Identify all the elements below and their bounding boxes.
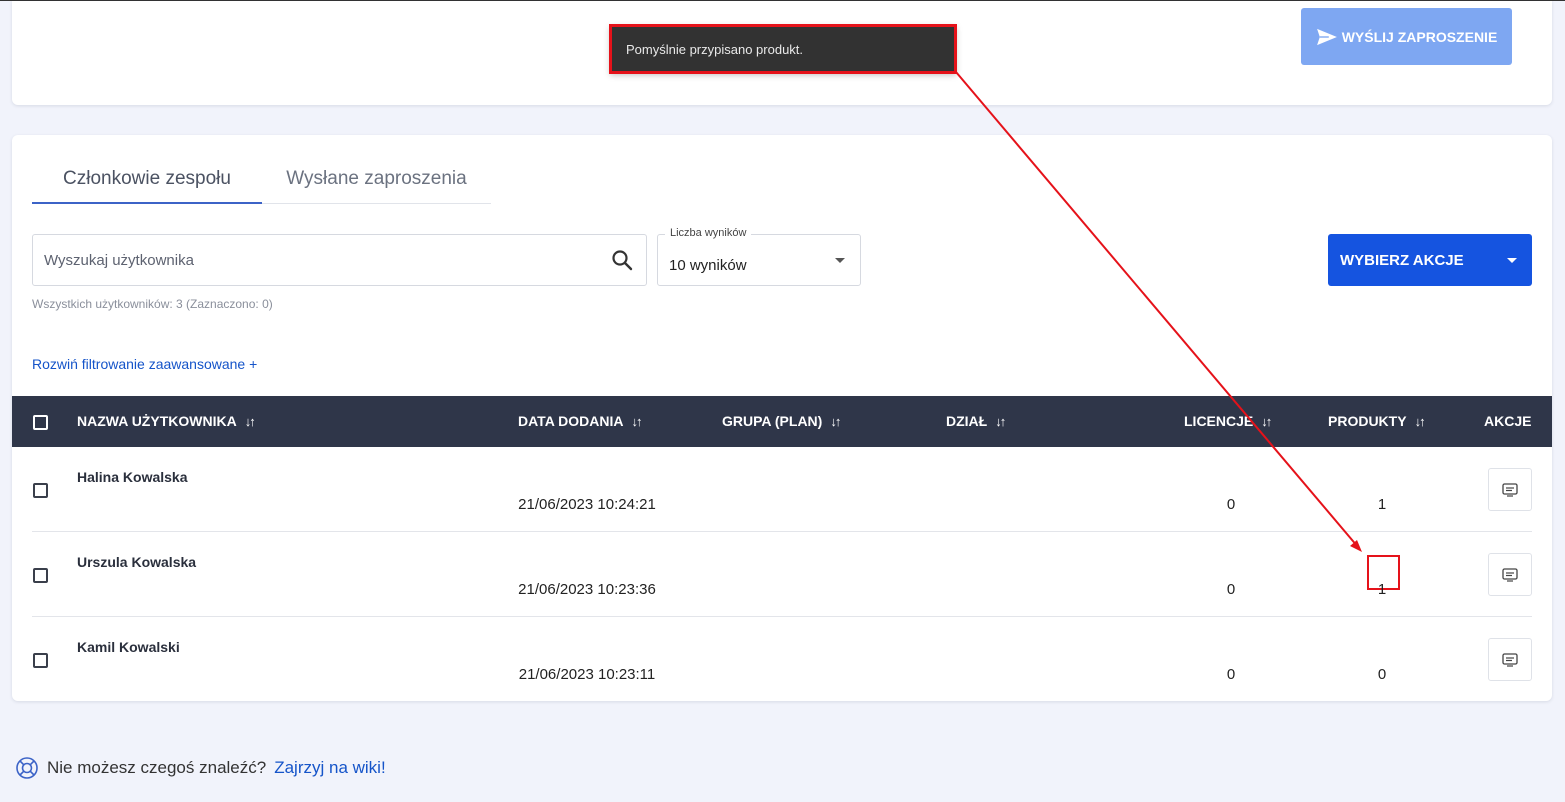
- sort-icon: ↓↑: [830, 413, 841, 429]
- results-count-label: Liczba wyników: [665, 227, 752, 239]
- lifebuoy-icon: [16, 757, 38, 779]
- select-all-checkbox[interactable]: [33, 415, 48, 430]
- date-added: 21/06/2023 10:24:21: [518, 496, 656, 513]
- column-username-label: NAZWA UŻYTKOWNIKA: [77, 413, 237, 429]
- products-count: 0: [1377, 666, 1387, 683]
- user-name: Urszula Kowalska: [77, 554, 197, 570]
- search-input[interactable]: [33, 235, 610, 285]
- choose-action-button[interactable]: WYBIERZ AKCJE: [1328, 234, 1532, 286]
- user-name: Kamil Kowalski: [77, 639, 180, 655]
- column-products-label: PRODUKTY: [1328, 413, 1407, 429]
- date-added: 21/06/2023 10:23:36: [518, 581, 656, 598]
- products-count: 1: [1377, 581, 1387, 598]
- column-group-plan[interactable]: GRUPA (PLAN) ↓↑: [722, 413, 841, 429]
- sort-icon: ↓↑: [631, 413, 643, 429]
- advanced-filter-link[interactable]: Rozwiń filtrowanie zaawansowane +: [32, 356, 257, 372]
- licenses-count: 0: [1226, 581, 1236, 598]
- table-row: Halina Kowalska 21/06/2023 10:24:21 0 1: [32, 447, 1532, 532]
- licenses-count: 0: [1226, 496, 1236, 513]
- column-date-added-label: DATA DODANIA: [518, 413, 624, 429]
- row-details-button[interactable]: [1488, 468, 1532, 511]
- send-invitation-label: WYŚLIJ ZAPROSZENIE: [1341, 28, 1498, 45]
- results-count-value: 10 wyników: [669, 257, 747, 274]
- table-row: Urszula Kowalska 21/06/2023 10:23:36 0 1: [32, 532, 1532, 617]
- row-checkbox[interactable]: [33, 483, 48, 498]
- search-field: [32, 234, 647, 286]
- table-row: Kamil Kowalski 21/06/2023 10:23:11 0 0: [32, 617, 1532, 702]
- column-actions: AKCJE: [1484, 413, 1531, 429]
- row-details-button[interactable]: [1488, 638, 1532, 681]
- column-products[interactable]: PRODUKTY ↓↑: [1328, 413, 1426, 429]
- sort-icon: ↓↑: [995, 413, 1006, 429]
- products-count: 1: [1377, 496, 1387, 513]
- choose-action-label: WYBIERZ AKCJE: [1340, 251, 1464, 269]
- column-licenses-label: LICENCJE: [1184, 413, 1254, 429]
- user-name: Halina Kowalska: [77, 469, 188, 485]
- send-invitation-button[interactable]: WYŚLIJ ZAPROSZENIE: [1301, 8, 1512, 65]
- row-checkbox[interactable]: [33, 653, 48, 668]
- wiki-link[interactable]: Zajrzyj na wiki!: [274, 758, 385, 778]
- caret-down-icon: [835, 258, 845, 263]
- column-licenses[interactable]: LICENCJE ↓↑: [1184, 413, 1272, 429]
- search-icon[interactable]: [610, 248, 634, 272]
- row-checkbox[interactable]: [33, 568, 48, 583]
- sort-icon: ↓↑: [1261, 413, 1272, 429]
- column-date-added[interactable]: DATA DODANIA ↓↑: [518, 413, 643, 429]
- help-question: Nie możesz czegoś znaleźć?: [47, 758, 267, 777]
- licenses-count: 0: [1226, 666, 1236, 683]
- help-footer: Nie możesz czegoś znaleźć? Zajrzyj na wi…: [15, 756, 386, 780]
- tab-bar: Członkowie zespołu Wysłane zaproszenia: [32, 160, 491, 204]
- details-icon: [1502, 652, 1518, 667]
- send-icon: [1316, 28, 1337, 45]
- table-header: NAZWA UŻYTKOWNIKA ↓↑ DATA DODANIA ↓↑ GRUPA…: [12, 396, 1552, 447]
- toast-notification: Pomyślnie przypisano produkt.: [609, 24, 957, 74]
- toast-message: Pomyślnie przypisano produkt.: [626, 41, 804, 57]
- caret-down-icon: [1507, 258, 1517, 263]
- column-username[interactable]: NAZWA UŻYTKOWNIKA ↓↑: [77, 413, 256, 429]
- column-group-plan-label: GRUPA (PLAN): [722, 413, 823, 429]
- column-actions-label: AKCJE: [1484, 413, 1532, 429]
- tab-team-members[interactable]: Członkowie zespołu: [32, 160, 262, 204]
- row-details-button[interactable]: [1488, 553, 1532, 596]
- column-department[interactable]: DZIAŁ ↓↑: [946, 413, 1006, 429]
- sort-icon: ↓↑: [244, 413, 256, 429]
- tab-sent-invitations[interactable]: Wysłane zaproszenia: [262, 160, 491, 204]
- results-count-select[interactable]: Liczba wyników 10 wyników: [657, 227, 861, 286]
- total-users-info: Wszystkich użytkowników: 3 (Zaznaczono: …: [32, 297, 273, 311]
- date-added: 21/06/2023 10:23:11: [518, 666, 656, 683]
- sort-icon: ↓↑: [1414, 413, 1426, 429]
- column-department-label: DZIAŁ: [946, 413, 988, 429]
- details-icon: [1502, 567, 1518, 582]
- details-icon: [1502, 482, 1518, 497]
